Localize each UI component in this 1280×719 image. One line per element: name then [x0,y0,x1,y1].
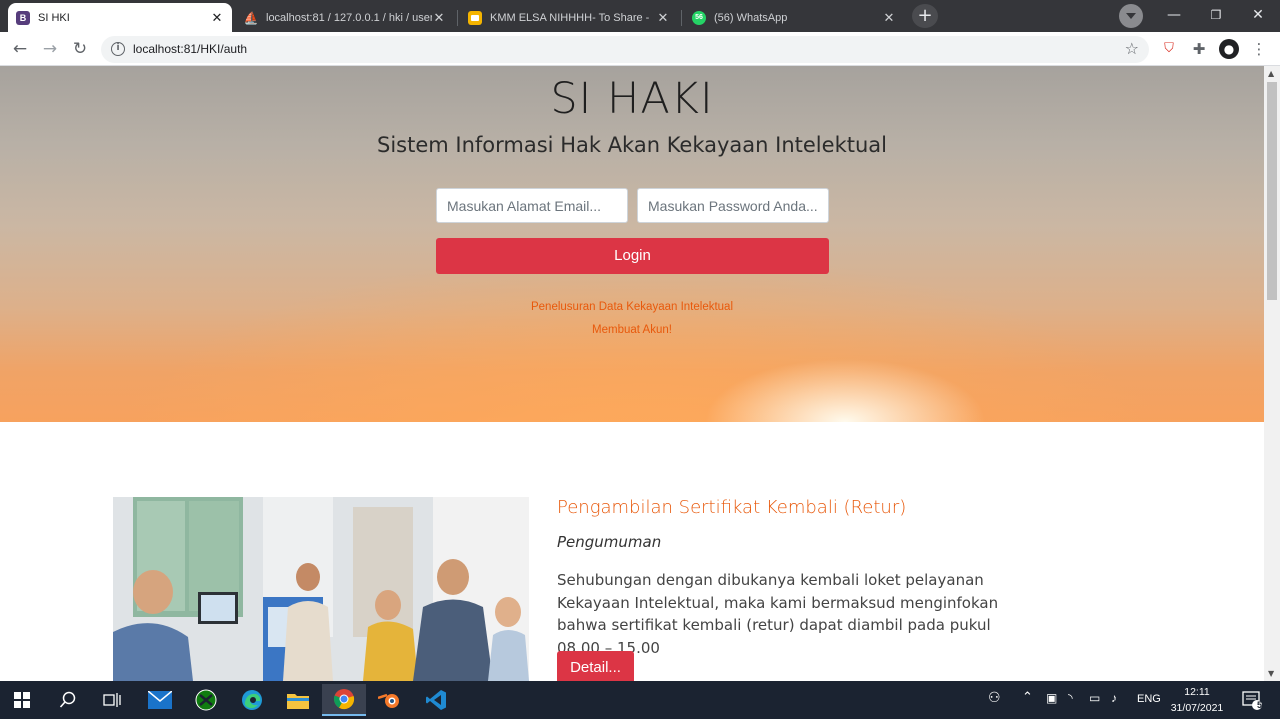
password-input[interactable] [637,188,829,223]
phpmyadmin-icon: ⛵ [243,10,259,25]
search-icon[interactable] [46,684,90,716]
volume-icon[interactable]: ♪ [1111,691,1117,705]
forward-button[interactable]: → [39,38,61,60]
close-window-button[interactable]: ✕ [1237,0,1279,30]
extensions-icon[interactable]: ✚ [1190,40,1208,58]
close-icon[interactable]: ✕ [210,10,224,26]
page-viewport: SI HAKI Sistem Informasi Hak Akan Kekaya… [0,66,1264,681]
menu-kebab-icon[interactable]: ⋮ [1250,40,1268,58]
file-explorer-icon[interactable] [276,684,320,716]
edge-icon[interactable] [230,684,274,716]
article-image [113,497,529,681]
people-icon[interactable]: ⚇ [988,689,1001,706]
blender-icon[interactable] [368,684,412,716]
page-scrollbar[interactable]: ▲ ▼ [1264,66,1280,681]
tab-phpmyadmin[interactable]: ⛵ localhost:81 / 127.0.0.1 / hki / user … [236,3,454,32]
notification-center-icon[interactable]: 5 [1232,684,1272,716]
clock-date: 31/07/2021 [1170,702,1224,714]
office-photo [113,497,529,681]
close-icon[interactable]: ✕ [432,10,446,26]
battery-icon[interactable]: ▭ [1089,691,1100,705]
tab-title: localhost:81 / 127.0.0.1 / hki / user [266,11,432,24]
tab-title: KMM ELSA NIHHHH- To Share - [490,11,650,24]
browser-toolbar: ← → ↻ i localhost:81/HKI/auth ☆ ⛉ ✚ ● ⋮ [0,32,1280,66]
article-body: Sehubungan dengan dibukanya kembali loke… [557,571,999,657]
tab-whatsapp[interactable]: 56 (56) WhatsApp ✕ [684,3,904,32]
task-view-icon[interactable] [90,684,134,716]
language-indicator[interactable]: ENG [1137,693,1161,705]
hero-section: SI HAKI Sistem Informasi Hak Akan Kekaya… [0,66,1264,422]
tab-divider [457,10,458,26]
tab-si-hki[interactable]: B SI HKI ✕ [8,3,232,32]
restore-button[interactable]: ❐ [1195,0,1237,30]
bootstrap-icon: B [16,10,30,25]
tab-title: SI HKI [38,11,70,24]
tab-slides[interactable]: KMM ELSA NIHHHH- To Share - ✕ [460,3,678,32]
meet-now-icon[interactable]: ▣ [1046,691,1057,705]
slides-icon [468,10,482,25]
scrollbar-thumb[interactable] [1267,82,1277,300]
search-ip-link[interactable]: Penelusuran Data Kekayaan Intelektual [0,301,1264,313]
url-text: localhost:81/HKI/auth [133,42,248,56]
close-icon[interactable]: ✕ [882,10,896,26]
article-category: Pengumuman [557,533,662,551]
clock-time: 12:11 [1184,686,1210,698]
bookmark-star-icon[interactable]: ☆ [1125,39,1139,58]
tab-divider [681,10,682,26]
back-button[interactable]: ← [9,38,31,60]
tab-search-button[interactable] [1119,4,1143,28]
new-tab-button[interactable]: + [912,4,938,28]
windows-start-icon[interactable] [0,684,44,716]
chrome-icon[interactable] [322,684,366,716]
chevron-up-icon[interactable]: ⌃ [1022,689,1033,705]
windows-taskbar: ⚇ ⌃ ▣ ◝ ▭ ♪ ENG 12:11 31/07/2021 5 [0,681,1280,719]
site-subtitle: Sistem Informasi Hak Akan Kekayaan Intel… [377,133,887,157]
vscode-icon[interactable] [414,684,458,716]
address-bar[interactable]: i localhost:81/HKI/auth ☆ [101,36,1149,63]
register-link[interactable]: Membuat Akun! [0,324,1264,336]
profile-avatar-icon[interactable]: ● [1219,39,1239,59]
clock[interactable]: 12:11 31/07/2021 [1166,684,1228,716]
whatsapp-icon: 56 [692,10,706,25]
article-title[interactable]: Pengambilan Sertifikat Kembali (Retur) [557,497,906,518]
scroll-up-icon[interactable]: ▲ [1268,69,1274,78]
wifi-icon[interactable]: ◝ [1068,691,1073,705]
xbox-icon[interactable] [184,684,228,716]
tab-title: (56) WhatsApp [714,11,788,24]
notification-badge: 5 [1257,700,1263,710]
site-title: SI HAKI [550,74,714,124]
pocket-icon[interactable]: ⛉ [1160,40,1178,58]
mail-icon[interactable] [138,684,182,716]
close-icon[interactable]: ✕ [656,10,670,26]
email-input[interactable] [436,188,628,223]
scroll-down-icon[interactable]: ▼ [1268,669,1274,678]
browser-tab-strip: B SI HKI ✕ ⛵ localhost:81 / 127.0.0.1 / … [0,0,1280,32]
info-icon[interactable]: i [111,42,125,56]
minimize-button[interactable]: — [1153,0,1195,30]
login-button[interactable]: Login [436,238,829,274]
detail-button[interactable]: Detail... [557,651,634,681]
reload-button[interactable]: ↻ [69,38,91,60]
